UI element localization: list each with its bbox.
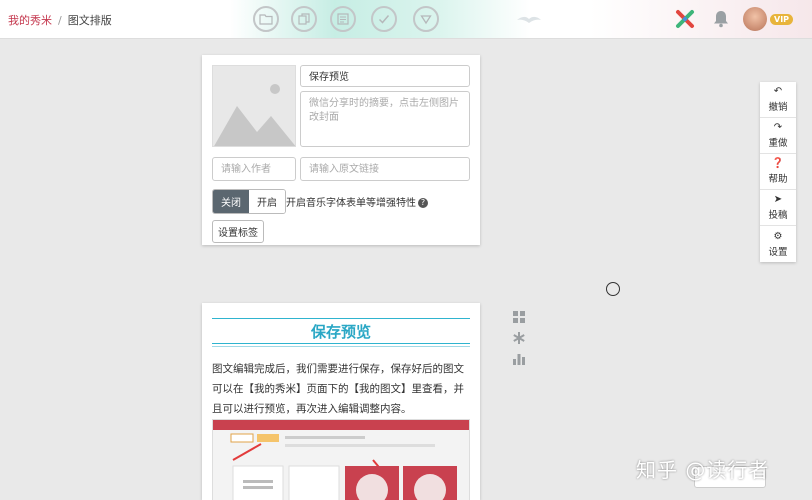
- settings-label: 设置: [768, 246, 788, 258]
- undo-label: 撤销: [768, 102, 788, 113]
- author-input[interactable]: 请输入作者: [212, 157, 296, 181]
- grid-icon[interactable]: [512, 310, 526, 324]
- vip-badge: VIP: [770, 14, 794, 25]
- redo-button[interactable]: ↷ 重做: [760, 118, 796, 154]
- submit-icon: ➤: [773, 194, 783, 205]
- title-input[interactable]: 保存预览: [300, 65, 470, 87]
- bell-icon[interactable]: [713, 10, 729, 28]
- article-preview-card: 保存预览 图文编辑完成后，我们需要进行保存，保存好后的图文可以在【我的秀米】页面…: [202, 303, 480, 500]
- toggle-on-option[interactable]: 开启: [249, 190, 285, 213]
- toggle-off-option[interactable]: 关闭: [213, 190, 249, 213]
- submit-label: 投稿: [768, 210, 788, 221]
- breadcrumb-current: 图文排版: [67, 14, 112, 27]
- section-divider-top: [212, 318, 470, 319]
- top-bar: 我的秀米 / 图文排版 VIP: [0, 0, 812, 39]
- undo-icon: ↶: [773, 86, 783, 97]
- download-icon[interactable]: [413, 6, 439, 32]
- breadcrumb-home-link[interactable]: 我的秀米: [8, 14, 52, 27]
- watermark: 知乎 @读行者: [636, 458, 770, 482]
- cover-image-placeholder[interactable]: [212, 65, 296, 147]
- bar-chart-icon[interactable]: [512, 352, 526, 366]
- enhanced-features-toggle[interactable]: 关闭 开启: [212, 189, 286, 214]
- section-title[interactable]: 保存预览: [202, 321, 480, 342]
- settings-button[interactable]: ⚙ 设置: [760, 226, 796, 262]
- undo-button[interactable]: ↶ 撤销: [760, 82, 796, 118]
- embedded-screenshot-image[interactable]: [212, 419, 470, 500]
- enhanced-features-label: 开启音乐字体表单等增强特性?: [286, 194, 428, 209]
- image-placeholder-icon: [214, 84, 295, 146]
- bird-decoration-icon: [517, 16, 541, 23]
- breadcrumb: 我的秀米 / 图文排版: [8, 12, 112, 28]
- embedded-screenshot-content: [213, 420, 469, 500]
- article-settings-card: 保存预览 微信分享时的摘要，点击左侧图片改封面 请输入作者 请输入原文链接 关闭…: [202, 55, 480, 245]
- copy-icon[interactable]: [291, 6, 317, 32]
- preview-icon[interactable]: [330, 6, 356, 32]
- source-link-input[interactable]: 请输入原文链接: [300, 157, 470, 181]
- right-toolbar: ↶ 撤销 ↷ 重做 ❓ 帮助 ➤ 投稿 ⚙ 设置: [760, 82, 796, 262]
- submit-button[interactable]: ➤ 投稿: [760, 190, 796, 226]
- breadcrumb-separator: /: [58, 14, 62, 27]
- avatar[interactable]: [743, 7, 767, 31]
- redo-label: 重做: [768, 138, 788, 149]
- article-body-text[interactable]: 图文编辑完成后，我们需要进行保存，保存好后的图文可以在【我的秀米】页面下的【我的…: [212, 359, 474, 419]
- xiumi-logo-icon[interactable]: [675, 9, 695, 29]
- mouse-cursor: [606, 282, 620, 296]
- help-label: 帮助: [768, 174, 788, 185]
- gear-icon: ⚙: [773, 230, 783, 242]
- help-icon: ❓: [771, 158, 785, 169]
- enhanced-features-text: 开启音乐字体表单等增强特性: [286, 198, 416, 209]
- set-tags-button[interactable]: 设置标签: [212, 220, 264, 243]
- redo-icon: ↷: [773, 122, 783, 133]
- snowflake-icon[interactable]: [512, 331, 526, 345]
- question-icon[interactable]: ?: [418, 198, 428, 208]
- section-divider-bottom-thin: [212, 346, 470, 347]
- save-check-icon[interactable]: [371, 6, 397, 32]
- block-tools: [512, 310, 526, 366]
- folder-icon[interactable]: [253, 6, 279, 32]
- help-button[interactable]: ❓ 帮助: [760, 154, 796, 190]
- summary-textarea[interactable]: 微信分享时的摘要，点击左侧图片改封面: [300, 91, 470, 147]
- section-divider-bottom: [212, 343, 470, 344]
